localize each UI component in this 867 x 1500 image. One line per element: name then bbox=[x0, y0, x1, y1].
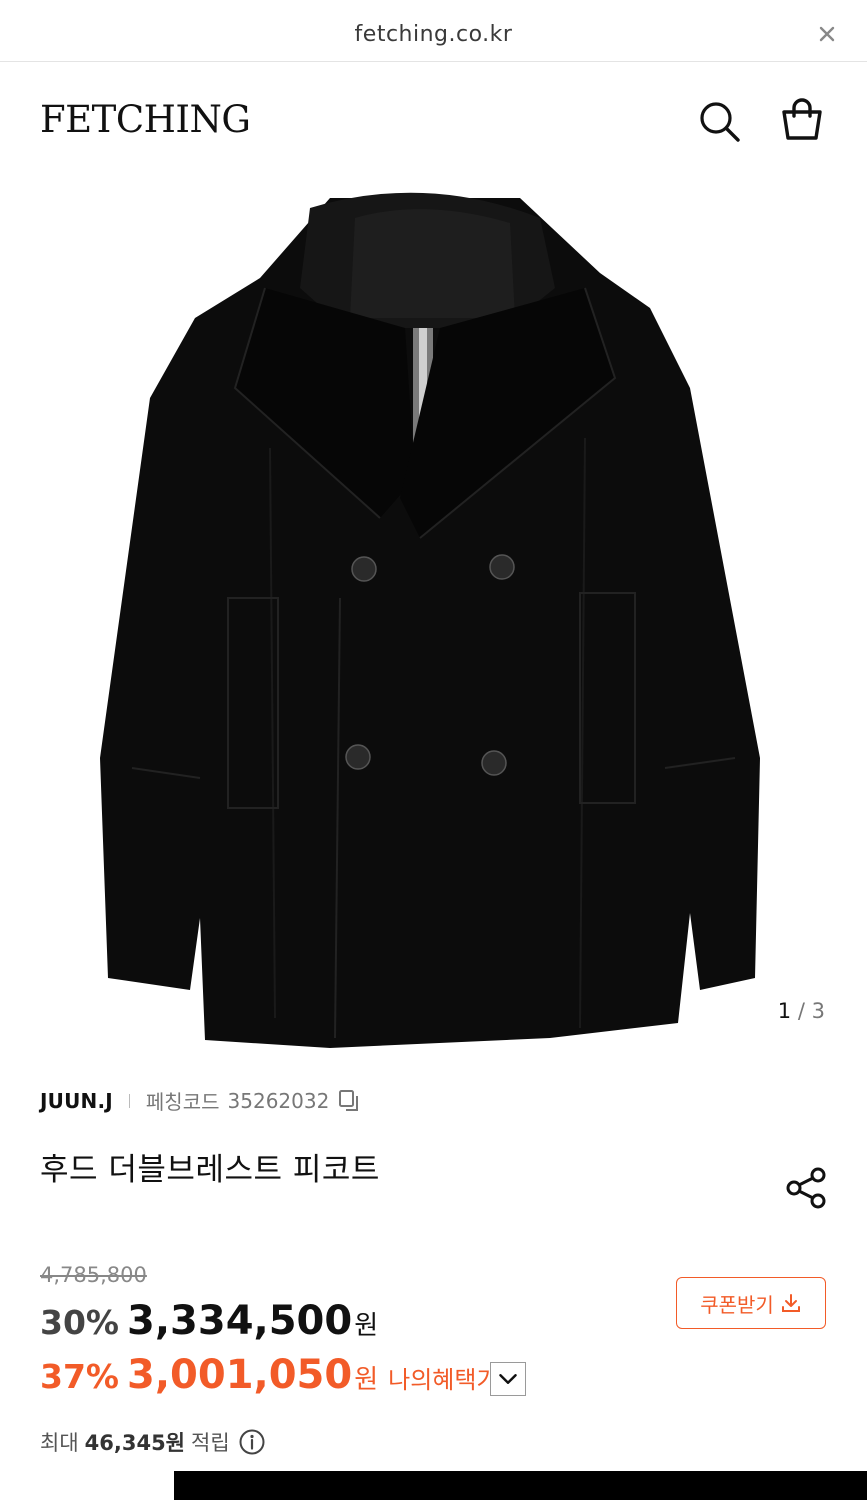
points-value: 46,345원 bbox=[84, 1431, 185, 1455]
my-benefit-currency: 원 bbox=[354, 1365, 379, 1395]
image-counter: 1 / 3 bbox=[778, 999, 825, 1023]
site-logo[interactable]: FETCHING bbox=[40, 98, 251, 141]
close-icon[interactable] bbox=[817, 24, 837, 44]
discount-price-row: 30% 3,334,500 원 bbox=[40, 1298, 378, 1344]
image-counter-divider: / bbox=[797, 999, 805, 1023]
my-benefit-price: 3,001,050 bbox=[127, 1352, 353, 1398]
shopping-bag-icon[interactable] bbox=[778, 96, 826, 144]
brand-name[interactable]: JUUN.J bbox=[40, 1089, 113, 1113]
meta-divider bbox=[128, 1093, 130, 1108]
product-title: 후드 더블브레스트 피코트 bbox=[40, 1152, 380, 1188]
discount-percent: 30% bbox=[40, 1303, 119, 1342]
product-meta: JUUN.J 페칭코드 35262032 bbox=[40, 1086, 363, 1115]
image-counter-current: 1 bbox=[777, 999, 792, 1023]
download-icon bbox=[781, 1294, 800, 1312]
product-code-label: 페칭코드 bbox=[145, 1090, 220, 1114]
reward-points: 최대 46,345원 적립 bbox=[40, 1427, 266, 1457]
my-benefit-label: 나의혜택가 bbox=[388, 1366, 499, 1394]
coupon-button-label: 쿠폰받기 bbox=[700, 1292, 774, 1317]
browser-url-bar: fetching.co.kr bbox=[0, 0, 867, 62]
discount-price: 3,334,500 bbox=[127, 1298, 353, 1344]
share-icon[interactable] bbox=[784, 1166, 828, 1210]
bottom-bar bbox=[174, 1471, 867, 1500]
original-price: 4,785,800 bbox=[40, 1263, 147, 1287]
chevron-down-icon[interactable] bbox=[490, 1362, 526, 1396]
image-counter-total: 3 bbox=[811, 999, 825, 1023]
info-icon[interactable] bbox=[238, 1428, 266, 1456]
search-icon[interactable] bbox=[696, 98, 744, 146]
points-prefix: 최대 bbox=[40, 1431, 79, 1455]
coupon-button[interactable]: 쿠폰받기 bbox=[676, 1277, 826, 1329]
discount-price-currency: 원 bbox=[354, 1311, 379, 1341]
my-benefit-price-row: 37% 3,001,050 원 나의혜택가 bbox=[40, 1352, 499, 1398]
product-code: 35262032 bbox=[227, 1088, 330, 1113]
product-image[interactable] bbox=[0, 178, 867, 1050]
my-benefit-percent: 37% bbox=[40, 1357, 119, 1396]
copy-icon[interactable] bbox=[337, 1088, 363, 1114]
url-text[interactable]: fetching.co.kr bbox=[0, 22, 867, 47]
points-suffix: 적립 bbox=[191, 1431, 230, 1455]
site-header: FETCHING bbox=[0, 62, 867, 178]
